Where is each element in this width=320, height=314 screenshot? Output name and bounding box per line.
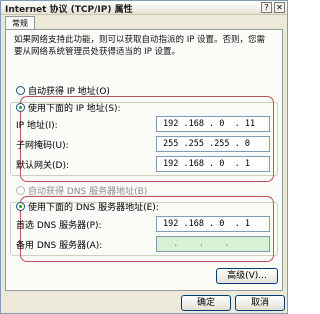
preferred-dns-label: 首选 DNS 服务器(P): [16,221,102,231]
subnet-mask-label: 子网掩码(U): [16,141,69,151]
alternate-dns-row: 备用 DNS 服务器(A): . . . [16,236,270,252]
close-button[interactable]: ✕ [274,2,285,13]
default-gateway-input[interactable]: 192 .168 . 0 . 1 [156,156,270,172]
general-tab-panel: 如果网络支持此功能，则可以获取自动指派的 IP 设置。否则，您需要从网络系统管理… [5,29,283,291]
tcpip-properties-dialog: Internet 协议 (TCP/IP) 属性 ? ✕ 常规 如果网络支持此功能… [0,0,288,314]
alternate-dns-label: 备用 DNS 服务器(A): [16,241,103,251]
alternate-dns-input[interactable]: . . . [156,236,270,252]
help-button[interactable]: ? [261,2,272,13]
window-title: Internet 协议 (TCP/IP) 属性 [5,5,133,15]
preferred-dns-input[interactable]: 192 .168 . 0 . 1 [156,216,270,232]
radio-auto-dns-circle[interactable] [16,186,25,195]
default-gateway-row: 默认网关(D): 192 .168 . 0 . 1 [16,156,270,172]
radio-manual-ip-label: 使用下面的 IP 地址(S): [28,104,121,114]
default-gateway-label: 默认网关(D): [16,161,69,171]
radio-auto-ip-circle[interactable] [16,86,25,95]
title-bar: Internet 协议 (TCP/IP) 属性 ? ✕ [1,1,287,15]
cancel-button[interactable]: 取消 [235,295,285,311]
subnet-mask-input[interactable]: 255 .255 .255 . 0 [156,136,270,152]
ip-address-label: IP 地址(I): [16,121,58,131]
radio-manual-dns-label: 使用下面的 DNS 服务器地址(E): [28,203,159,213]
radio-manual-dns-circle[interactable] [16,202,25,211]
ip-address-input[interactable]: 192 .168 . 0 . 11 [156,116,270,132]
advanced-button[interactable]: 高级(V)... [216,268,278,284]
radio-manual-ip-circle[interactable] [16,103,25,112]
radio-manual-dns[interactable]: 使用下面的 DNS 服务器地址(E): [16,200,159,213]
ok-button[interactable]: 确定 [181,295,231,311]
tab-general[interactable]: 常规 [5,16,35,30]
subnet-mask-row: 子网掩码(U): 255 .255 .255 . 0 [16,136,270,152]
preferred-dns-row: 首选 DNS 服务器(P): 192 .168 . 0 . 1 [16,216,270,232]
description-text: 如果网络支持此功能，则可以获取自动指派的 IP 设置。否则，您需要从网络系统管理… [14,35,266,57]
ip-address-row: IP 地址(I): 192 .168 . 0 . 11 [16,116,270,132]
radio-manual-ip[interactable]: 使用下面的 IP 地址(S): [16,101,121,114]
